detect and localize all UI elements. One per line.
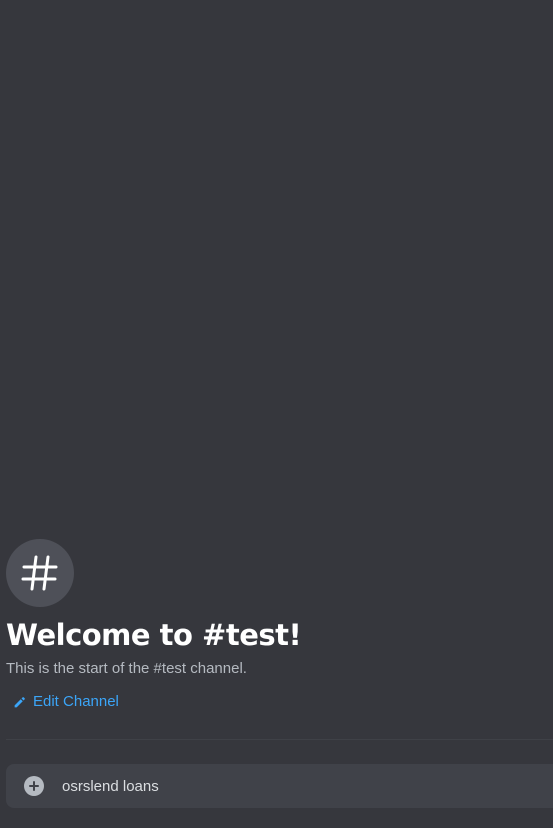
edit-channel-button[interactable]: Edit Channel: [13, 692, 119, 712]
edit-channel-label: Edit Channel: [33, 693, 119, 710]
channel-avatar: [6, 539, 74, 607]
welcome-title: Welcome to #test!: [6, 618, 302, 652]
divider: [6, 739, 553, 740]
message-composer: [6, 764, 553, 808]
hashtag-icon: [21, 555, 58, 591]
welcome-subtitle: This is the start of the #test channel.: [6, 660, 247, 677]
channel-welcome: Welcome to #test! This is the start of t…: [6, 539, 553, 713]
message-input[interactable]: [62, 764, 553, 808]
pencil-icon: [13, 696, 26, 709]
plus-circle-icon[interactable]: [24, 776, 44, 796]
chat-pane: Welcome to #test! This is the start of t…: [0, 0, 553, 828]
